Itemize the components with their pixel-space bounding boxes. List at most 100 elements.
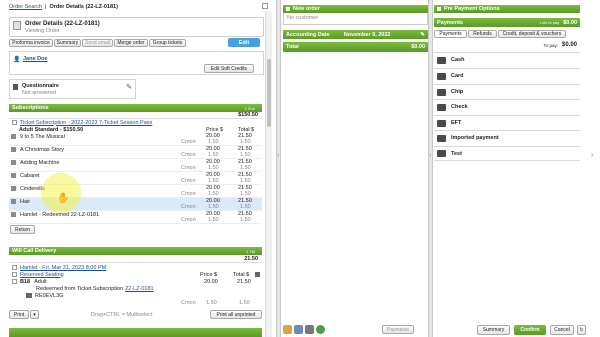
event-link[interactable]: Hamlet - Fri, Mar 31, 2023 8:00 PM [20,265,106,271]
item-total2: 1.50 [240,191,251,197]
tab-refunds[interactable]: Refunds [468,30,497,38]
tab-credit-deposit-vouchers[interactable]: Credit, deposit & vouchers [498,30,566,38]
order-header: Order Details (22-LZ-0181) Viewing Order… [9,17,264,47]
pencil-icon[interactable]: ✎ [126,83,132,91]
payment-method-check[interactable]: Check [434,99,580,114]
payment-method-eft[interactable]: EFT [434,115,580,130]
payment-method-chip[interactable]: Chip [434,84,580,99]
payments-button[interactable]: Payments [382,325,414,334]
to-pay-label: To pay: [543,42,558,48]
print-menu-button[interactable]: ▾ [30,310,39,319]
drag-hint: Drag+CTRL = Multiselect [91,311,153,318]
questionnaire-icon [13,84,18,90]
payment-method-label: EFT [451,120,462,126]
printer-icon[interactable] [305,325,314,334]
chevron-down-icon: ▾ [33,311,36,318]
reserved-checkbox[interactable] [12,272,17,277]
subscription-item-row[interactable]: 9 to 5 The Musical 20.00 21.50 Cmon 1.50 1.50 [9,133,262,146]
payment-method-cash[interactable]: Cash [434,52,580,67]
reserved-seating-link[interactable]: Reserved Seating [20,272,64,278]
item-name: 9 to 5 The Musical [20,134,65,140]
expand-icon [437,7,441,11]
questionnaire-status: Not answered [22,90,56,96]
wc-total: 21.50 [237,278,251,285]
tab-proforma-invoice[interactable]: Proforma invoice [9,39,53,47]
item-total2: 1.50 [240,217,251,223]
will-call-title: Will Call Delivery [12,248,57,254]
new-order-panel: New order No customer Accounting Date No… [281,0,428,337]
item-code: Cmon [181,139,196,145]
user-card-icon[interactable] [294,325,303,334]
ticket-icon [11,173,16,178]
globe-icon[interactable] [316,325,325,334]
payment-method-test[interactable]: Test [434,146,580,161]
hand-cursor-icon: ✋ [57,193,70,204]
new-order-icon [286,7,290,11]
cash-icon [437,56,446,64]
breadcrumb-order-search[interactable]: Order Search [9,4,42,10]
subscription-item-row[interactable]: A Christmas Story 20.00 21.50 Cmon 1.50 1.50 [9,146,262,159]
payment-method-card[interactable]: Card [434,68,580,83]
return-button[interactable]: Return [10,225,35,234]
subscriptions-count: 1 Sub [244,105,255,111]
ticket-icon [11,134,16,139]
item-name: A Christmas Story [20,147,65,153]
no-customer-label: No customer [287,15,319,21]
subscription-item-row[interactable]: Hamlet - Redeemed 22-LZ-0181 20.00 21.50 Cm… [9,211,262,224]
pre-payment-header[interactable]: Pre Payment Options [434,5,580,13]
payment-method-imported[interactable]: Imported payment [434,130,580,145]
to-pay-value: $0.00 [561,42,577,48]
confirm-button[interactable]: Confirm [514,325,546,335]
package-link[interactable]: Ticket Subscription - 2022-2023 7-Ticket… [20,120,152,126]
subscriptions-total: $150.50 [238,112,258,118]
refresh-button[interactable]: ↻ [577,325,586,335]
pencil-icon[interactable]: ✎ [420,32,425,38]
tab-payments[interactable]: Payments [434,30,467,38]
chip-icon [437,88,446,96]
tab-group-tickets[interactable]: Group tickets [149,39,186,47]
collapse-icon[interactable] [262,3,268,9]
new-order-header: New order [283,5,428,13]
tab-send-email[interactable]: Send email [82,39,113,47]
accounting-date: November 9, 2022 [343,31,391,38]
chevron-right-icon[interactable]: › [429,152,431,159]
order-details-panel: Order Search | Order Details (22-LZ-0181… [0,0,276,337]
package-checkbox[interactable] [12,120,17,125]
customer-name[interactable]: Jane Doe [23,56,47,62]
scrollbar-thumb[interactable] [267,59,271,127]
edit-button[interactable]: Edit [228,38,260,47]
edit-soft-credits-button[interactable]: Edit Soft Credits [204,64,254,73]
pre-payment-title: Pre Payment Options [444,6,500,12]
chevron-right-icon[interactable]: › [591,152,593,159]
printer-icon[interactable] [255,272,260,277]
phone-icon[interactable] [283,325,292,334]
total-bar: Total $0.00 [283,42,428,52]
left-to-pay-value: $0.00 [563,19,577,26]
will-call-count: 1 Tkt [246,248,255,254]
ticket-type: Adult [34,278,47,285]
print-all-unprinted-button[interactable]: Print all unprinted [210,310,262,319]
item-code: Cmon [181,178,196,184]
ticket-checkbox[interactable] [12,279,17,284]
item-fee: 1.50 [208,178,219,184]
left-to-pay-label: Lots to pay [539,20,560,25]
item-code: Cmon [181,204,196,210]
subscription-item-row[interactable]: Adding Machine 20.00 21.50 Cmon 1.50 1.50 [9,159,262,172]
cancel-button[interactable]: Cancel [550,325,574,335]
payment-method-label: Test [451,150,462,157]
payment-method-label: Cash [451,57,465,63]
new-order-title: New order [293,6,320,12]
tab-summary[interactable]: Summary [54,39,81,47]
chevron-right-icon[interactable]: › [277,152,279,159]
left-scrollbar[interactable] [265,11,272,337]
tab-merge-order[interactable]: Merge order [114,39,148,47]
will-call-header: Will Call Delivery 1 Tkt [9,247,262,255]
wc-col-total: Total $ [233,271,250,278]
customer-field[interactable]: No customer [283,13,428,25]
order-title: Order Details (22-LZ-0181) [25,21,100,27]
redeemed-link[interactable]: 22-LZ-0181 [125,286,153,292]
print-button[interactable]: Print [9,310,29,319]
summary-button[interactable]: Summary [477,325,510,335]
event-checkbox[interactable] [12,265,17,270]
accounting-label: Accounting Date [286,31,330,38]
